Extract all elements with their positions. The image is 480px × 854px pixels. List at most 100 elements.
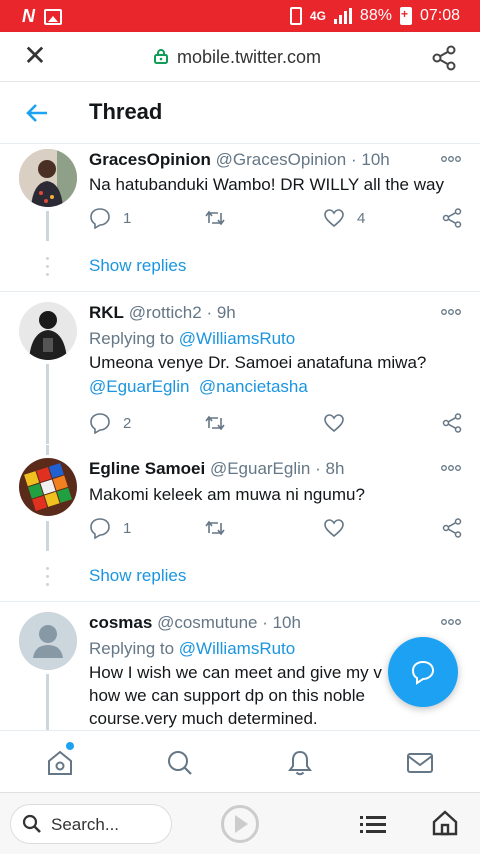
compose-reply-icon [411, 660, 435, 685]
network-type: 4G [309, 9, 326, 23]
share-icon [442, 518, 462, 538]
retweet-button[interactable] [204, 517, 226, 539]
share-icon[interactable] [430, 44, 458, 72]
reply-icon [90, 413, 110, 434]
compose-reply-button[interactable] [388, 637, 458, 707]
show-replies-link[interactable]: Show replies [89, 566, 186, 586]
more-options-icon[interactable] [440, 308, 462, 316]
heart-icon [324, 414, 344, 433]
handle[interactable]: @rottich2 [129, 303, 202, 322]
share-button[interactable] [441, 207, 463, 229]
messages-icon[interactable] [405, 748, 435, 778]
reply-button[interactable]: 2 [89, 412, 131, 434]
replying-prefix: Replying to [89, 329, 175, 348]
page-title: Thread [89, 99, 163, 124]
like-button[interactable] [323, 517, 345, 539]
share-button[interactable] [441, 412, 463, 434]
home-icon[interactable] [45, 748, 75, 778]
tweet-text: Makomi keleek am muwa ni ngumu? [89, 485, 365, 504]
tweet-text: Umeona venye Dr. Samoei anatafuna miwa? [89, 353, 427, 372]
battery-percent: 88% [359, 7, 392, 24]
display-name[interactable]: cosmas [89, 613, 152, 632]
tweet-actions: 1 [89, 517, 464, 543]
tweet-text: Na hatubanduki Wambo! DR WILLY all the w… [89, 175, 444, 194]
tweet[interactable]: GracesOpinion @GracesOpinion · 10h Na ha… [0, 145, 480, 291]
replying-to: Replying to @WilliamsRuto [89, 639, 295, 659]
retweet-icon [205, 210, 225, 226]
play-icon[interactable] [221, 805, 259, 843]
search-icon [22, 814, 41, 833]
browser-bottom-bar: Search... [0, 792, 480, 854]
retweet-icon [205, 415, 225, 431]
share-button[interactable] [441, 517, 463, 539]
tweet[interactable]: RKL @rottich2 · 9h Replying to @Williams… [0, 292, 480, 445]
replying-to-link[interactable]: @WilliamsRuto [179, 329, 295, 348]
timestamp[interactable]: · 10h [262, 613, 301, 632]
show-replies-link[interactable]: Show replies [89, 256, 186, 276]
thread-line [46, 445, 49, 455]
browser-search-box[interactable]: Search... [10, 804, 172, 844]
thread-line [46, 521, 49, 551]
reply-icon [90, 518, 110, 539]
avatar[interactable] [19, 149, 77, 207]
tweet-mentions: @EguarEglin @nancietasha [89, 377, 308, 397]
reply-button[interactable]: 1 [89, 517, 131, 539]
menu-icon[interactable] [360, 816, 386, 834]
notification-dot [66, 742, 74, 750]
reply-icon [90, 208, 110, 229]
reply-count: 1 [123, 209, 132, 227]
mention-link[interactable]: @nancietasha [199, 377, 308, 396]
carrier-logo: N [22, 6, 35, 26]
handle[interactable]: @cosmutune [157, 613, 257, 632]
share-icon [442, 208, 462, 228]
lock-icon [154, 49, 168, 64]
avatar[interactable] [19, 302, 77, 360]
browser-search-placeholder: Search... [51, 815, 120, 834]
mention-link[interactable]: @EguarEglin [89, 377, 189, 396]
display-name[interactable]: Egline Samoei [89, 459, 205, 478]
timestamp[interactable]: · 8h [315, 459, 344, 478]
close-icon[interactable]: ✕ [22, 42, 48, 70]
like-button[interactable] [323, 412, 345, 434]
retweet-button[interactable] [204, 207, 238, 229]
more-options-icon[interactable] [440, 155, 462, 163]
status-bar: N 4G 88% 07:08 [0, 0, 480, 32]
tweet-header: GracesOpinion @GracesOpinion · 10h [89, 150, 390, 170]
thread-line [46, 674, 49, 730]
replying-to-link[interactable]: @WilliamsRuto [179, 639, 295, 658]
retweet-icon [205, 520, 225, 536]
timestamp[interactable]: · 10h [351, 150, 390, 169]
reply-button[interactable]: 1 [89, 207, 131, 229]
battery-icon [399, 7, 412, 25]
avatar[interactable] [19, 612, 77, 670]
tweet-header: Egline Samoei @EguarEglin · 8h [89, 459, 344, 479]
handle[interactable]: @GracesOpinion [216, 150, 347, 169]
avatar[interactable] [19, 458, 77, 516]
thread-line [46, 211, 49, 241]
thread-header: Thread [0, 82, 480, 144]
more-options-icon[interactable] [440, 618, 462, 626]
like-button[interactable]: 4 [323, 207, 365, 229]
reply-count: 1 [123, 519, 132, 537]
search-icon[interactable] [165, 748, 195, 778]
home-icon[interactable] [431, 809, 459, 837]
display-name[interactable]: GracesOpinion [89, 150, 211, 169]
tweet-text-line: How I wish we can meet and give my v [89, 663, 382, 682]
like-count: 4 [357, 209, 366, 227]
tweet-header: RKL @rottich2 · 9h [89, 303, 236, 323]
handle[interactable]: @EguarEglin [210, 459, 310, 478]
display-name[interactable]: RKL [89, 303, 124, 322]
retweet-button[interactable] [204, 412, 226, 434]
url-text[interactable]: mobile.twitter.com [177, 47, 321, 68]
back-arrow-icon[interactable] [24, 100, 50, 126]
timestamp[interactable]: · 9h [206, 303, 235, 322]
tweet-text-line: course.very much determined. [89, 709, 318, 728]
vibrate-icon [289, 7, 302, 25]
more-options-icon[interactable] [440, 464, 462, 472]
bottom-navigation [0, 730, 480, 792]
reply-count: 2 [123, 414, 132, 432]
thread-line [46, 364, 49, 444]
notifications-icon[interactable] [285, 748, 315, 778]
tweet-text-line: how we can support dp on this noble [89, 686, 365, 705]
tweet[interactable]: Egline Samoei @EguarEglin · 8h Makomi ke… [0, 445, 480, 601]
